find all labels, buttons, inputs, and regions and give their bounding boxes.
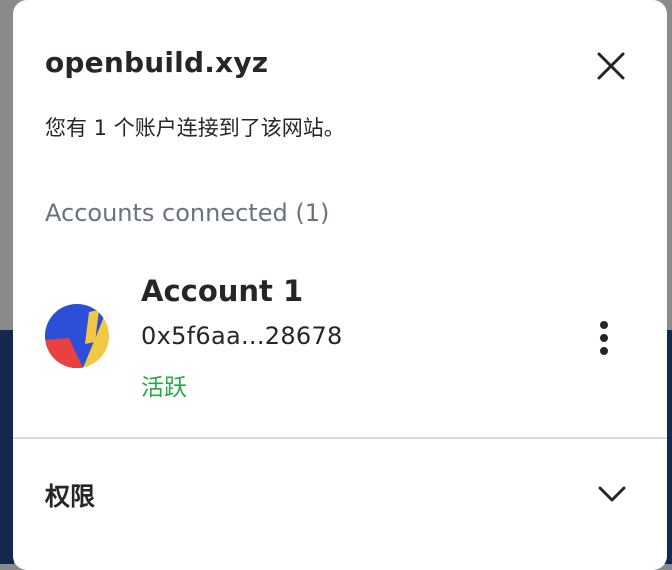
accounts-connected-heading: Accounts connected (1) bbox=[45, 199, 330, 227]
chevron-down-icon bbox=[597, 482, 627, 506]
more-vertical-icon bbox=[600, 321, 608, 355]
permissions-toggle[interactable]: 权限 bbox=[13, 440, 667, 550]
connection-summary: 您有 1 个账户连接到了该网站。 bbox=[45, 116, 345, 140]
account-list-item[interactable]: Account 1 0x5f6aa...28678 活跃 bbox=[13, 270, 667, 410]
account-address: 0x5f6aa...28678 bbox=[141, 322, 343, 350]
account-status-badge: 活跃 bbox=[141, 375, 187, 401]
close-icon bbox=[597, 52, 625, 80]
close-button[interactable] bbox=[593, 48, 629, 84]
permissions-label: 权限 bbox=[45, 482, 96, 511]
account-options-button[interactable] bbox=[589, 316, 619, 360]
jazzicon-avatar-icon bbox=[45, 304, 109, 368]
account-name: Account 1 bbox=[141, 274, 304, 308]
connected-accounts-modal: openbuild.xyz 您有 1 个账户连接到了该网站。 Accounts … bbox=[13, 0, 667, 570]
site-title: openbuild.xyz bbox=[45, 46, 269, 79]
background-panel-left bbox=[0, 330, 14, 564]
divider bbox=[13, 437, 667, 439]
